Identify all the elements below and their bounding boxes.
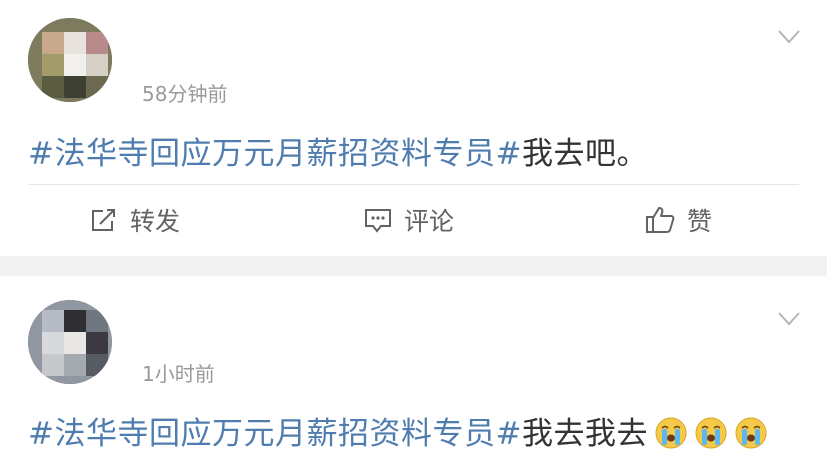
comment-icon: [365, 209, 391, 233]
avatar-blur: [42, 310, 64, 332]
avatar-blur: [42, 54, 64, 76]
post-body: 我去我去: [521, 416, 648, 452]
post-card-1: 58分钟前 #法华寺回应万元月薪招资料专员#我去吧。 转发 评论 赞: [0, 0, 827, 256]
post-text: #法华寺回应万元月薪招资料专员#我去我去: [28, 408, 768, 453]
avatar-blur: [42, 332, 64, 354]
avatar-blur: [64, 76, 86, 98]
avatar-blur: [86, 76, 108, 98]
repost-icon: [92, 209, 115, 231]
avatar-blur: [42, 354, 64, 376]
crying-face-icon: [735, 417, 767, 449]
post-card-2: 1小时前 #法华寺回应万元月薪招资料专员#我去我去: [0, 276, 827, 465]
repost-button[interactable]: 转发: [90, 200, 180, 240]
avatar-blur: [86, 354, 108, 376]
hashtag-link[interactable]: #法华寺回应万元月薪招资料专员#: [28, 416, 522, 452]
avatar-blur: [42, 32, 64, 54]
repost-label: 转发: [130, 207, 181, 236]
avatar-blur: [86, 54, 108, 76]
like-button[interactable]: 赞: [645, 200, 712, 240]
avatar-blur: [64, 32, 86, 54]
feed-separator: [0, 256, 827, 276]
post-time: 1小时前: [142, 362, 215, 386]
comment-label: 评论: [404, 207, 455, 236]
user-avatar[interactable]: [28, 300, 112, 384]
crying-face-icon: [655, 417, 687, 449]
divider: [28, 184, 799, 185]
comment-button[interactable]: 评论: [364, 200, 454, 240]
avatar-blur: [42, 76, 64, 98]
avatar-blur: [64, 332, 86, 354]
avatar-blur: [64, 310, 86, 332]
avatar-blur: [86, 332, 108, 354]
crying-face-icon: [695, 417, 727, 449]
post-text: #法华寺回应万元月薪招资料专员#我去吧。: [28, 128, 648, 173]
avatar-blur: [64, 54, 86, 76]
hashtag-link[interactable]: #法华寺回应万元月薪招资料专员#: [28, 136, 522, 172]
avatar-blur: [86, 32, 108, 54]
post-body: 我去吧。: [521, 136, 648, 172]
chevron-down-icon[interactable]: [778, 30, 800, 44]
like-label: 赞: [687, 207, 713, 236]
post-time: 58分钟前: [142, 82, 228, 106]
avatar-blur: [86, 310, 108, 332]
chevron-down-icon[interactable]: [778, 312, 800, 326]
avatar-blur: [64, 354, 86, 376]
thumbs-up-icon: [646, 207, 675, 233]
user-avatar[interactable]: [28, 18, 112, 102]
